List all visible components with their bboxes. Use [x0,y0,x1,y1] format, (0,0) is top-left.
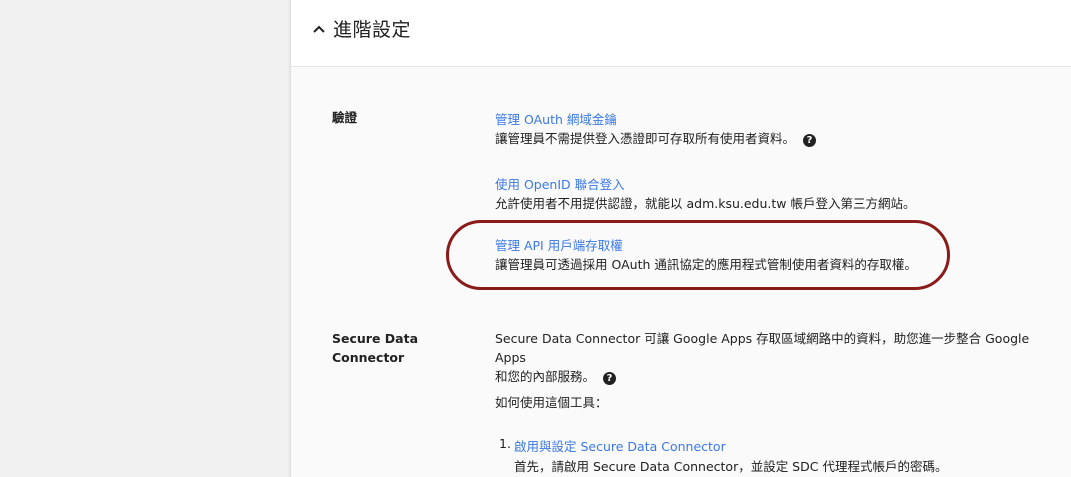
help-circle-icon[interactable]: ? [803,134,817,147]
section-title: 進階設定 [333,19,412,41]
sdc-howto: 如何使用這個工具： [495,395,608,410]
manage-oauth-domain-key-link[interactable]: 管理 OAuth 網域金鑰 [495,109,617,128]
manage-api-client-access-link[interactable]: 管理 API 用戶端存取權 [495,235,623,254]
openid-desc: 允許使用者不用提供認證，就能以 adm.ksu.edu.tw 帳戶登入第三方網站… [495,196,916,211]
sdc-label-line2: Connector [332,350,405,365]
section-header[interactable]: 進階設定 [291,0,1071,67]
step-number: 1. [499,436,511,451]
api-client-access-desc: 讓管理員可透過採用 OAuth 通訊協定的應用程式管制使用者資料的存取權。 [495,257,917,272]
sdc-desc-line2: 和您的內部服務。 [495,369,596,384]
sdc-label-line1: Secure Data [332,331,419,346]
help-circle-icon[interactable]: ? [603,372,617,385]
auth-label: 驗證 [332,110,358,125]
enable-sdc-link[interactable]: 啟用與設定 Secure Data Connector [514,436,726,455]
enable-sdc-desc: 首先，請啟用 Secure Data Connector，並設定 SDC 代理程… [514,459,948,474]
advanced-settings-card: 進階設定 驗證 管理 OAuth 網域金鑰 讓管理員不需提供登入憑證即可存取所有… [290,0,1071,477]
left-gutter [0,0,290,477]
oauth-domain-key-desc: 讓管理員不需提供登入憑證即可存取所有使用者資料。? [495,128,817,147]
sdc-description: Secure Data Connector 可讓 Google Apps 存取區… [495,329,1055,386]
sdc-desc-line1: Secure Data Connector 可讓 Google Apps 存取區… [495,331,1030,365]
openid-federated-login-link[interactable]: 使用 OpenID 聯合登入 [495,174,625,193]
oauth-desc-text: 讓管理員不需提供登入憑證即可存取所有使用者資料。 [495,131,796,146]
chevron-up-icon[interactable] [311,21,327,37]
sdc-desc-line2-wrap: 和您的內部服務。? [495,367,1055,386]
sdc-label: Secure Data Connector [332,329,418,367]
